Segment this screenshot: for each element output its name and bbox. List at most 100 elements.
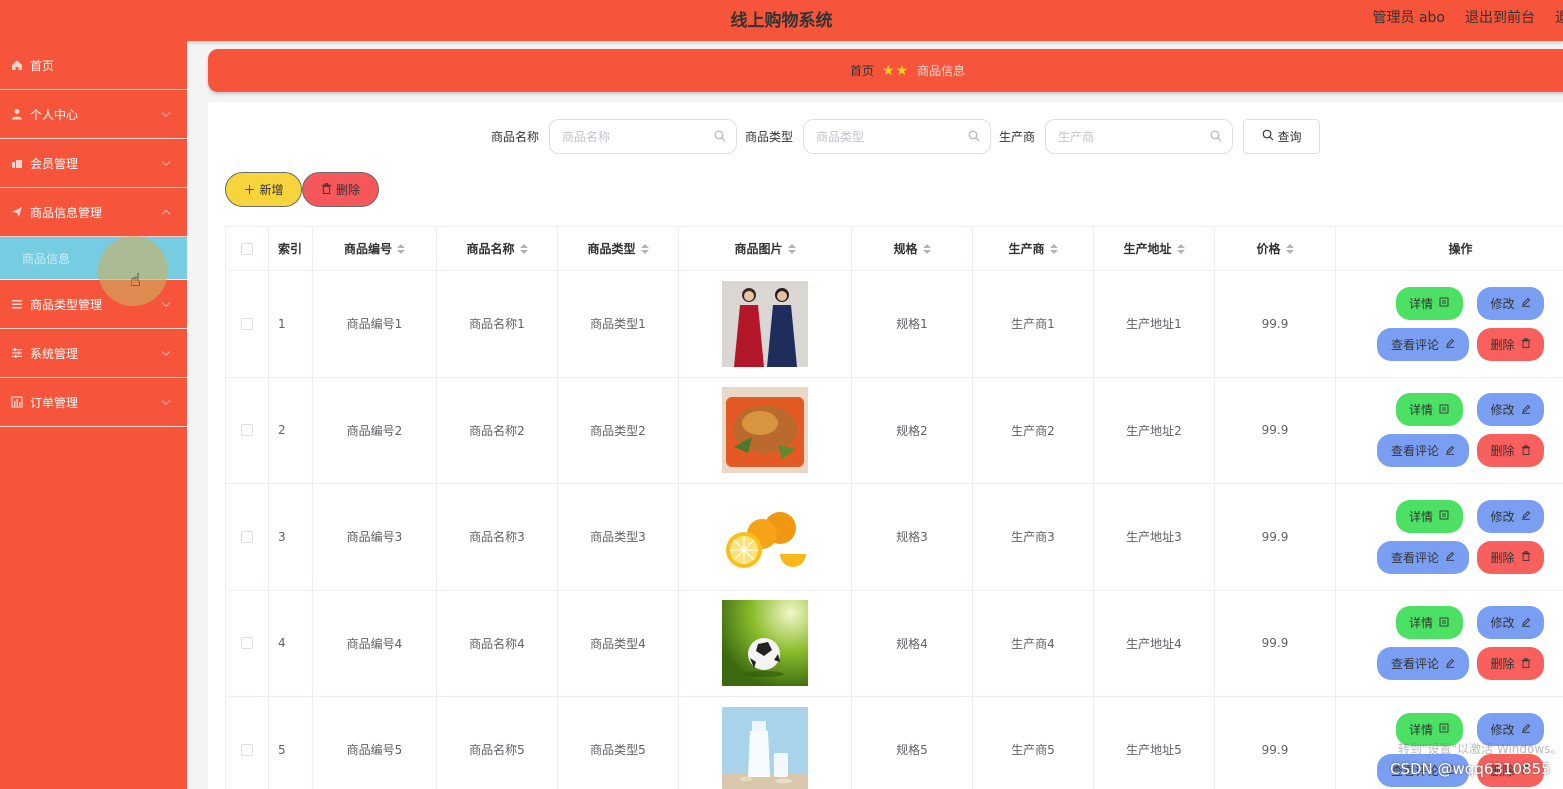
sidebar-item-members[interactable]: 会员管理 — [0, 139, 187, 188]
product-type-input[interactable] — [804, 120, 991, 153]
row-checkbox[interactable] — [241, 743, 253, 756]
address-cell: 生产地址1 — [1094, 271, 1215, 377]
delete-row-button[interactable]: 删除 — [1477, 434, 1544, 468]
header-maker[interactable]: 生产商 — [973, 227, 1094, 270]
row-checkbox[interactable] — [241, 530, 253, 543]
header-type[interactable]: 商品类型 — [558, 227, 679, 270]
header-address[interactable]: 生产地址 — [1094, 227, 1215, 270]
view-reviews-button[interactable]: 查看评论 — [1377, 327, 1469, 361]
sidebar-item-product-info-mgmt[interactable]: 商品信息管理 — [0, 188, 187, 237]
name-cell: 商品名称5 — [437, 697, 558, 789]
chevron-down-icon — [161, 298, 171, 308]
trash-icon — [1521, 550, 1531, 564]
product-image-oranges[interactable] — [722, 493, 808, 580]
product-table: 索引 商品编号 商品名称 商品类型 商品图片 规格 生产商 生产地址 价格 操作… — [225, 226, 1563, 789]
header-image[interactable]: 商品图片 — [679, 227, 852, 270]
type-cell: 商品类型4 — [558, 590, 679, 696]
sort-icon[interactable] — [922, 243, 931, 254]
spec-cell: 规格4 — [852, 590, 973, 696]
product-image-milk[interactable] — [722, 706, 808, 789]
maker-cell: 生产商1 — [973, 271, 1094, 377]
name-cell: 商品名称2 — [437, 377, 558, 483]
product-name-input[interactable] — [550, 120, 737, 153]
delete-row-button[interactable]: 删除 — [1477, 327, 1544, 361]
row-checkbox[interactable] — [241, 317, 253, 330]
code-cell: 商品编号3 — [313, 484, 437, 590]
pencil-icon — [1445, 444, 1455, 458]
sidebar-item-product-type-mgmt[interactable]: 商品类型管理 — [0, 280, 187, 329]
sidebar: 首页 个人中心 会员管理 商品信息管理 商品信息 商品类型管理 系统管理 订单管… — [0, 41, 187, 789]
breadcrumb-home[interactable]: 首页 — [850, 62, 874, 79]
sidebar-item-orders[interactable]: 订单管理 — [0, 378, 187, 427]
detail-label: 详情 — [1408, 616, 1433, 631]
pencil-icon — [1521, 403, 1531, 417]
header-code[interactable]: 商品编号 — [313, 227, 437, 270]
sort-icon[interactable] — [519, 243, 528, 254]
admin-user-label[interactable]: 管理员 abo — [1373, 7, 1445, 27]
header-spec[interactable]: 规格 — [852, 227, 973, 270]
header-name[interactable]: 商品名称 — [437, 227, 558, 270]
manufacturer-input[interactable] — [1046, 120, 1233, 153]
select-all-checkbox[interactable] — [241, 242, 253, 255]
edit-button[interactable]: 修改 — [1477, 393, 1544, 427]
detail-button[interactable]: 详情 — [1395, 606, 1463, 640]
code-cell: 商品编号2 — [313, 377, 437, 483]
product-name-field-wrapper — [549, 119, 738, 154]
view-reviews-button[interactable]: 查看评论 — [1377, 434, 1469, 468]
name-cell: 商品名称3 — [437, 484, 558, 590]
exit-to-frontend-link[interactable]: 退出到前台 — [1465, 7, 1535, 27]
sort-icon[interactable] — [1176, 243, 1185, 254]
sort-icon[interactable] — [640, 243, 649, 254]
index-cell: 5 — [269, 697, 313, 789]
row-checkbox[interactable] — [241, 637, 253, 650]
spec-cell: 规格1 — [852, 271, 973, 377]
header-label: 生产地址 — [1123, 242, 1172, 256]
product-image-roast-chicken[interactable] — [722, 387, 808, 474]
batch-delete-button[interactable]: 删除 — [302, 172, 379, 207]
detail-button[interactable]: 详情 — [1395, 286, 1463, 320]
sidebar-item-label: 商品信息管理 — [30, 205, 103, 220]
edit-button[interactable]: 修改 — [1477, 606, 1544, 640]
sort-icon[interactable] — [1049, 243, 1058, 254]
product-image-dresses[interactable] — [722, 280, 808, 367]
search-form: 商品名称 商品类型 生产商 查询 — [491, 119, 1321, 154]
row-actions: 详情 修改 查看评论 删除 — [1377, 606, 1544, 681]
address-cell: 生产地址5 — [1094, 697, 1215, 789]
product-image-football[interactable] — [722, 600, 808, 687]
header-actions: 管理员 abo 退出到前台 退 — [1373, 7, 1563, 27]
overflow-link[interactable]: 退 — [1555, 7, 1563, 27]
view-reviews-label: 查看评论 — [1390, 337, 1439, 352]
address-cell: 生产地址4 — [1094, 590, 1215, 696]
sidebar-item-label: 首页 — [30, 58, 55, 73]
delete-row-button[interactable]: 删除 — [1477, 647, 1544, 681]
row-checkbox[interactable] — [241, 424, 253, 437]
sort-icon[interactable] — [397, 243, 405, 254]
sidebar-item-system[interactable]: 系统管理 — [0, 329, 187, 378]
edit-button[interactable]: 修改 — [1477, 286, 1544, 320]
delete-label: 删除 — [1490, 550, 1515, 565]
delete-row-button[interactable]: 删除 — [1477, 540, 1544, 574]
type-cell: 商品类型5 — [558, 697, 679, 789]
view-reviews-button[interactable]: 查看评论 — [1377, 540, 1469, 574]
sort-icon[interactable] — [1285, 243, 1294, 254]
header-label: 商品名称 — [466, 242, 515, 256]
sidebar-item-home[interactable]: 首页 — [0, 41, 187, 90]
detail-label: 详情 — [1408, 509, 1433, 524]
edit-label: 修改 — [1490, 722, 1515, 737]
sidebar-item-profile[interactable]: 个人中心 — [0, 90, 187, 139]
edit-button[interactable]: 修改 — [1477, 499, 1544, 533]
sort-icon[interactable] — [787, 243, 796, 254]
query-button[interactable]: 查询 — [1243, 119, 1321, 154]
price-cell: 99.9 — [1215, 697, 1336, 789]
view-reviews-button[interactable]: 查看评论 — [1377, 647, 1469, 681]
image-cell — [679, 697, 852, 789]
detail-button[interactable]: 详情 — [1395, 499, 1463, 533]
hand-cursor-icon: ☝ — [130, 270, 141, 291]
header-price[interactable]: 价格 — [1215, 227, 1336, 270]
detail-button[interactable]: 详情 — [1395, 393, 1463, 427]
sidebar-subitem-product-info[interactable]: 商品信息 — [0, 237, 187, 280]
maker-cell: 生产商4 — [973, 590, 1094, 696]
add-button[interactable]: ＋ 新增 — [225, 172, 302, 207]
send-icon — [10, 205, 24, 219]
index-cell: 3 — [269, 484, 313, 590]
